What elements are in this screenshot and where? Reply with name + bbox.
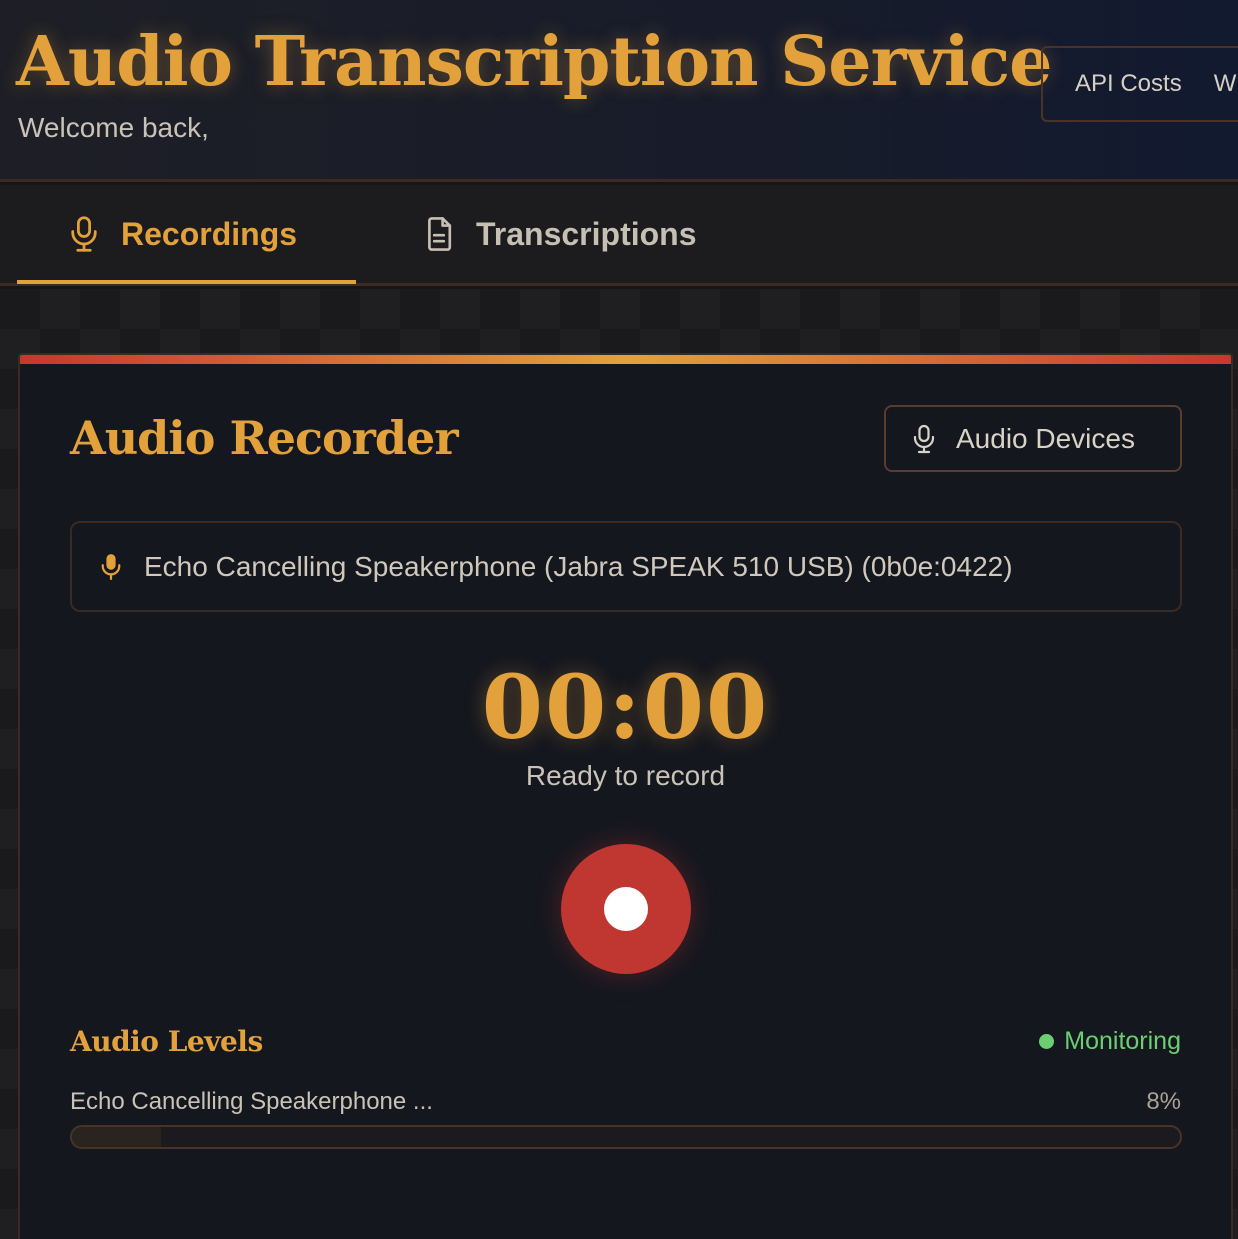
- recorder-title: Audio Recorder: [70, 411, 459, 465]
- selected-device-name: Echo Cancelling Speakerphone (Jabra SPEA…: [144, 550, 1013, 582]
- tab-bar: Recordings Transcriptions: [0, 185, 1238, 286]
- audio-devices-button[interactable]: Audio Devices: [884, 405, 1182, 472]
- welcome-message: Welcome back,: [18, 112, 209, 143]
- recording-timer: 00:00: [481, 655, 770, 759]
- selected-device-display[interactable]: Echo Cancelling Speakerphone (Jabra SPEA…: [70, 521, 1182, 612]
- monitoring-status: Monitoring: [1039, 1027, 1181, 1056]
- record-button[interactable]: [561, 844, 691, 974]
- header-nav: API Costs W: [1041, 46, 1238, 122]
- microphone-icon: [912, 423, 936, 455]
- document-icon: [424, 216, 454, 252]
- audio-levels-title: Audio Levels: [70, 1025, 263, 1058]
- api-costs-link[interactable]: API Costs: [1075, 70, 1182, 98]
- app-header: Audio Transcription Service Welcome back…: [0, 0, 1238, 182]
- record-dot-icon: [604, 887, 648, 931]
- microphone-icon: [69, 215, 99, 253]
- app-title: Audio Transcription Service: [16, 22, 1052, 102]
- microphone-icon: [100, 553, 122, 581]
- audio-devices-label: Audio Devices: [956, 422, 1135, 454]
- level-percent: 8%: [1146, 1088, 1181, 1115]
- header-nav-item-truncated[interactable]: W: [1214, 70, 1237, 98]
- tab-recordings-label: Recordings: [121, 215, 298, 252]
- tab-transcriptions[interactable]: Transcriptions: [424, 185, 697, 283]
- audio-level-meter: [70, 1125, 1182, 1149]
- recording-status: Ready to record: [525, 760, 726, 791]
- card-accent-bar: [20, 355, 1231, 364]
- status-dot-icon: [1039, 1034, 1055, 1049]
- monitoring-label: Monitoring: [1064, 1027, 1181, 1055]
- audio-level-fill: [72, 1127, 161, 1147]
- tab-recordings[interactable]: Recordings: [17, 185, 356, 284]
- tab-transcriptions-label: Transcriptions: [476, 215, 697, 252]
- level-device-name: Echo Cancelling Speakerphone ...: [70, 1088, 433, 1115]
- audio-recorder-card: Audio Recorder Audio Devices Echo Cancel…: [18, 353, 1233, 1239]
